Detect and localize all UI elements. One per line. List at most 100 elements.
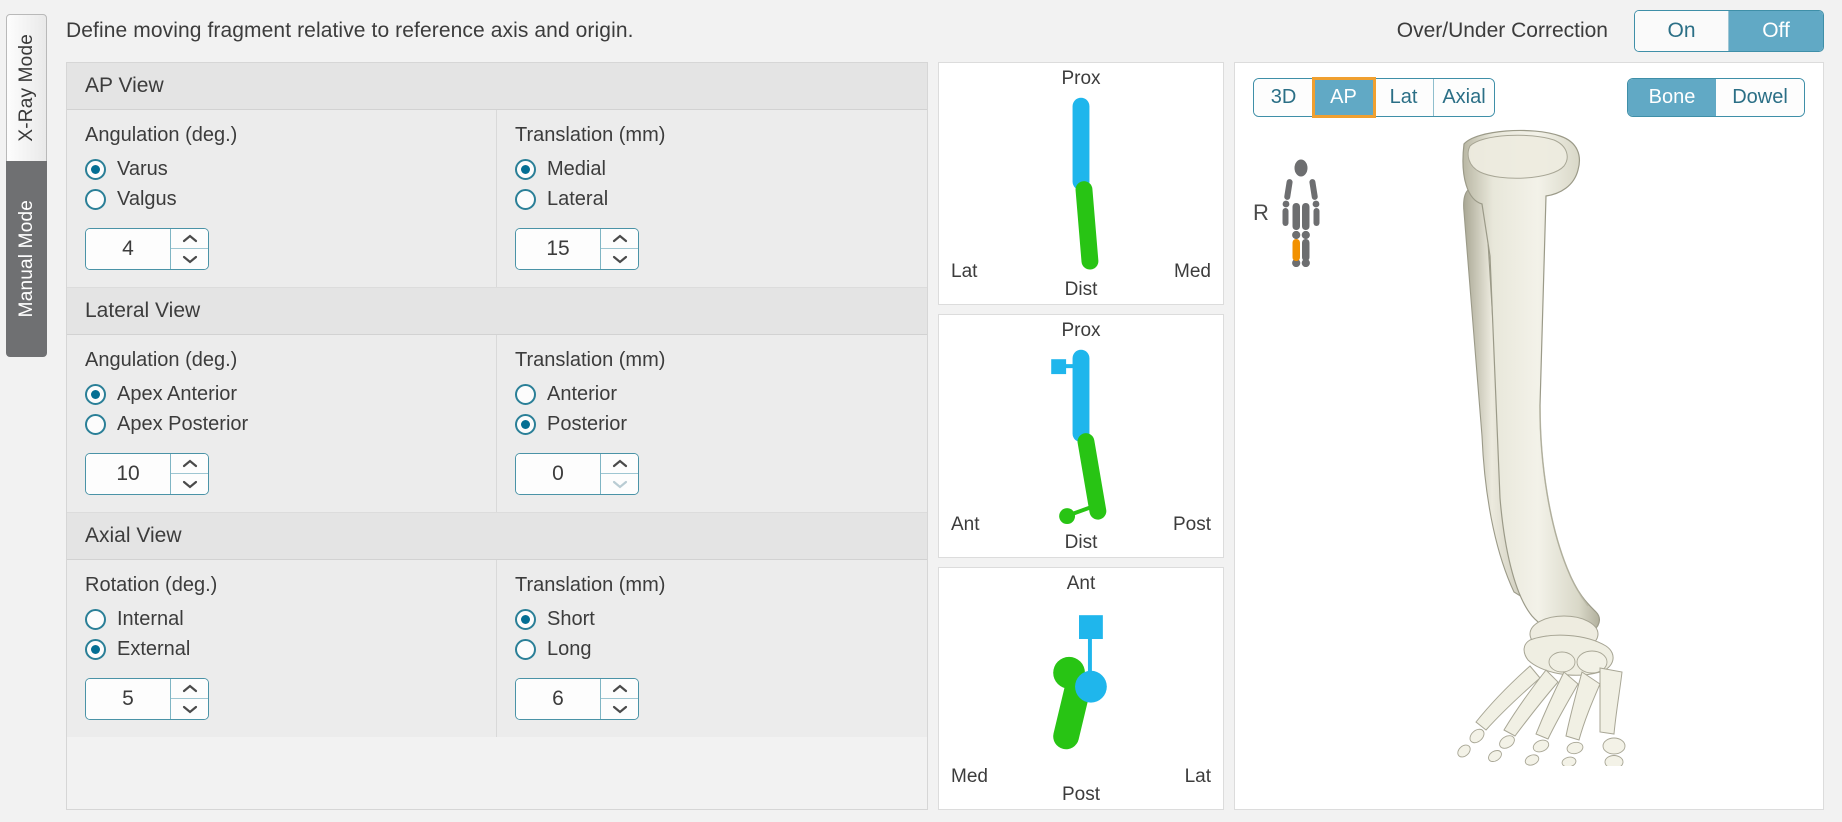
lateral-translation-title: Translation (mm): [515, 349, 666, 371]
parameters-panel: AP View Angulation (deg.) Varus Valgus 4…: [66, 62, 928, 810]
section-lateral-view-title: Lateral View: [67, 288, 927, 335]
radio-lateral-posterior-label: Posterior: [547, 413, 628, 435]
body-row: AP View Angulation (deg.) Varus Valgus 4…: [52, 62, 1842, 822]
tibia-fibula-foot-model[interactable]: [1364, 106, 1694, 766]
spinner-lateral-translation[interactable]: 0: [515, 453, 639, 495]
spinner-lateral-angulation-value[interactable]: 10: [86, 454, 171, 494]
spinner-ap-angulation-value[interactable]: 4: [86, 229, 171, 269]
radio-axial-external-label: External: [117, 638, 191, 660]
radio-ap-valgus-icon[interactable]: [85, 189, 106, 210]
spinner-axial-rotation-down[interactable]: [171, 699, 208, 719]
radio-ap-varus[interactable]: Varus: [85, 158, 496, 181]
spinner-lateral-angulation-down[interactable]: [171, 474, 208, 494]
radio-axial-external[interactable]: External: [85, 638, 496, 661]
ap-translation-title: Translation (mm): [515, 124, 666, 146]
bone-render-stage[interactable]: [1235, 63, 1823, 809]
radio-ap-lateral-icon[interactable]: [515, 189, 536, 210]
over-under-on-button[interactable]: On: [1635, 11, 1729, 51]
radio-ap-medial[interactable]: Medial: [515, 158, 927, 181]
radio-lateral-posterior-icon[interactable]: [515, 414, 536, 435]
diagram-axial-label-bottom: Post: [1061, 783, 1101, 805]
mode-tab-xray[interactable]: X-Ray Mode: [6, 14, 47, 162]
radio-axial-internal-label: Internal: [117, 608, 184, 630]
axial-reference-square-marker: [1079, 614, 1103, 639]
lateral-angulation-title: Angulation (deg.): [85, 349, 238, 371]
radio-ap-varus-icon[interactable]: [85, 159, 106, 180]
tibial-plateau: [1467, 134, 1568, 179]
radio-lateral-anterior[interactable]: Anterior: [515, 383, 927, 406]
over-under-toggle[interactable]: On Off: [1634, 10, 1824, 52]
spinner-lateral-translation-down[interactable]: [601, 474, 638, 494]
main-column: Define moving fragment relative to refer…: [52, 0, 1842, 822]
radio-lateral-apex-anterior-icon[interactable]: [85, 384, 106, 405]
diagram-ap-label-right: Med: [1174, 261, 1211, 283]
radio-lateral-apex-posterior[interactable]: Apex Posterior: [85, 413, 496, 436]
spinner-lateral-angulation[interactable]: 10: [85, 453, 209, 495]
spinner-lateral-angulation-up[interactable]: [171, 454, 208, 474]
diagram-lateral-view[interactable]: Prox Dist Ant Post: [938, 314, 1224, 558]
ap-angulation-title: Angulation (deg.): [85, 124, 238, 146]
spinner-ap-angulation-down[interactable]: [171, 249, 208, 269]
spinner-ap-angulation[interactable]: 4: [85, 228, 209, 270]
mode-tab-manual[interactable]: Manual Mode: [6, 161, 47, 357]
mode-tab-xray-label: X-Ray Mode: [15, 34, 37, 142]
diagram-lateral-label-left: Ant: [951, 513, 980, 535]
application-window: X-Ray Mode Manual Mode Define moving fra…: [0, 0, 1842, 822]
spinner-axial-translation-value[interactable]: 6: [516, 679, 601, 719]
spinner-lateral-translation-value[interactable]: 0: [516, 454, 601, 494]
spinner-lateral-translation-up[interactable]: [601, 454, 638, 474]
spinner-axial-rotation[interactable]: 5: [85, 678, 209, 720]
diagram-ap-view[interactable]: Prox Dist Lat Med: [938, 62, 1224, 306]
metatarsal-bones: [1475, 665, 1623, 741]
spinner-ap-angulation-up[interactable]: [171, 229, 208, 249]
diagram-ap-label-bottom: Dist: [1064, 279, 1098, 301]
radio-ap-valgus[interactable]: Valgus: [85, 188, 496, 211]
radio-lateral-apex-anterior[interactable]: Apex Anterior: [85, 383, 496, 406]
spinner-axial-translation-down[interactable]: [601, 699, 638, 719]
diagram-axial-view[interactable]: Ant Post Med Lat: [938, 566, 1224, 810]
top-header-bar: Define moving fragment relative to refer…: [52, 0, 1842, 62]
spinner-axial-translation-up[interactable]: [601, 679, 638, 699]
axial-translation-title: Translation (mm): [515, 574, 666, 596]
axial-rotation-title: Rotation (deg.): [85, 574, 218, 596]
spinner-axial-rotation-value[interactable]: 5: [86, 679, 171, 719]
radio-lateral-posterior[interactable]: Posterior: [515, 413, 927, 436]
radio-axial-external-icon[interactable]: [85, 639, 106, 660]
radio-ap-medial-icon[interactable]: [515, 159, 536, 180]
section-ap-view-title: AP View: [67, 63, 927, 110]
spinner-ap-translation-down[interactable]: [601, 249, 638, 269]
over-under-correction-label: Over/Under Correction: [1396, 19, 1608, 42]
radio-axial-long[interactable]: Long: [515, 638, 927, 661]
radio-ap-medial-label: Medial: [547, 158, 606, 180]
tab-view-ap[interactable]: AP: [1312, 76, 1376, 118]
over-under-control-group: Over/Under Correction On Off: [1397, 10, 1824, 52]
spinner-ap-translation-value[interactable]: 15: [516, 229, 601, 269]
diagram-axial-label-left: Med: [951, 765, 988, 787]
diagram-column: Prox Dist Lat Med Prox Dist Ant Post Ant…: [938, 62, 1224, 810]
axial-rotation-column: Rotation (deg.) Internal External 5: [67, 560, 497, 737]
radio-lateral-apex-posterior-icon[interactable]: [85, 414, 106, 435]
radio-axial-short[interactable]: Short: [515, 608, 927, 631]
radio-lateral-apex-posterior-label: Apex Posterior: [117, 413, 249, 435]
radio-axial-internal-icon[interactable]: [85, 609, 106, 630]
instruction-text: Define moving fragment relative to refer…: [66, 19, 634, 42]
diagram-lateral-label-top: Prox: [1061, 320, 1101, 342]
lateral-origin-square-marker: [1051, 359, 1067, 375]
over-under-off-button[interactable]: Off: [1729, 11, 1823, 51]
radio-axial-long-icon[interactable]: [515, 639, 536, 660]
radio-lateral-anterior-icon[interactable]: [515, 384, 536, 405]
radio-axial-short-icon[interactable]: [515, 609, 536, 630]
spinner-axial-translation[interactable]: 6: [515, 678, 639, 720]
radio-ap-varus-label: Varus: [117, 158, 168, 180]
diagram-ap-label-left: Lat: [951, 261, 978, 283]
radio-axial-internal[interactable]: Internal: [85, 608, 496, 631]
spinner-axial-rotation-up[interactable]: [171, 679, 208, 699]
diagram-ap-label-top: Prox: [1061, 68, 1101, 89]
diagram-axial-label-top: Ant: [1066, 572, 1096, 594]
bone-viewer-panel[interactable]: 3D AP Lat Axial Bone Dowel R: [1234, 62, 1824, 810]
radio-ap-lateral-label: Lateral: [547, 188, 609, 210]
radio-ap-lateral[interactable]: Lateral: [515, 188, 927, 211]
spinner-ap-translation-up[interactable]: [601, 229, 638, 249]
ap-angulation-column: Angulation (deg.) Varus Valgus 4: [67, 110, 497, 287]
spinner-ap-translation[interactable]: 15: [515, 228, 639, 270]
